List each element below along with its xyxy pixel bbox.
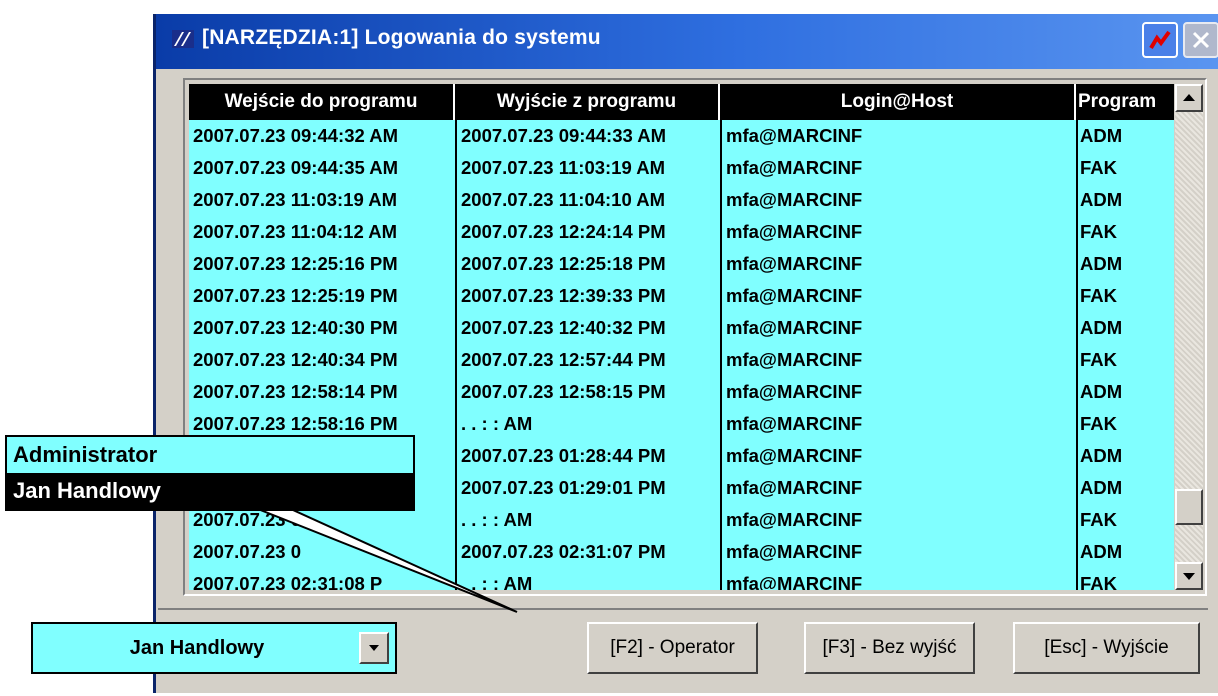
cell-login-host: mfa@MARCINF xyxy=(726,573,863,590)
logins-window: [NARZĘDZIA:1] Logowania do systemu Wejśc… xyxy=(153,14,1218,693)
chevron-down-icon[interactable] xyxy=(359,632,389,664)
cell-login-host: mfa@MARCINF xyxy=(726,317,863,338)
chart-icon[interactable] xyxy=(1142,22,1178,58)
cell-program: FAK xyxy=(1080,285,1117,306)
dropdown-option-jan-handlowy[interactable]: Jan Handlowy xyxy=(7,473,413,509)
cell-exit: . . : : AM xyxy=(461,509,533,530)
cell-login-host: mfa@MARCINF xyxy=(726,221,863,242)
wyjscie-button[interactable]: [Esc] - Wyjście xyxy=(1013,622,1200,674)
cell-entry: 2007.07.23 11:03:19 AM xyxy=(193,189,397,210)
table-row[interactable]: 2007.07.23 11:04:12 AM 2007.07.23 12:24:1… xyxy=(189,216,1174,248)
cell-login-host: mfa@MARCINF xyxy=(726,541,863,562)
table-row[interactable]: 2007.07.23 12:25:19 PM 2007.07.23 12:39:3… xyxy=(189,280,1174,312)
cell-program: ADM xyxy=(1080,541,1123,562)
cell-login-host: mfa@MARCINF xyxy=(726,349,863,370)
cell-login-host: mfa@MARCINF xyxy=(726,125,863,146)
cell-exit: 2007.07.23 11:04:10 AM xyxy=(461,189,665,210)
cell-login-host: mfa@MARCINF xyxy=(726,189,863,210)
cell-entry: 2007.07.23 0 xyxy=(193,541,302,562)
table-row[interactable]: 2007.07.23 09:44:32 AM 2007.07.23 09:44:3… xyxy=(189,120,1174,152)
cell-login-host: mfa@MARCINF xyxy=(726,381,863,402)
cell-exit: 2007.07.23 11:03:19 AM xyxy=(461,157,665,178)
bez-wyjsc-button[interactable]: [F3] - Bez wyjść xyxy=(804,622,975,674)
title-bar[interactable]: [NARZĘDZIA:1] Logowania do systemu xyxy=(156,14,1218,69)
dropdown-option-administrator[interactable]: Administrator xyxy=(7,437,413,473)
cell-program: ADM xyxy=(1080,253,1123,274)
cell-entry: 2007.07.23 12:25:19 PM xyxy=(193,285,398,306)
cell-login-host: mfa@MARCINF xyxy=(726,509,863,530)
cell-exit: 2007.07.23 01:28:44 PM xyxy=(461,445,666,466)
operator-dropdown-list[interactable]: Administrator Jan Handlowy xyxy=(5,435,415,511)
cell-login-host: mfa@MARCINF xyxy=(726,285,863,306)
cell-exit: 2007.07.23 12:25:18 PM xyxy=(461,253,666,274)
cell-program: ADM xyxy=(1080,125,1123,146)
arrow-up-icon[interactable] xyxy=(1175,84,1203,112)
table-row[interactable]: 2007.07.23 12:40:34 PM 2007.07.23 12:57:4… xyxy=(189,344,1174,376)
app-logo-icon xyxy=(172,30,194,48)
cell-program: ADM xyxy=(1080,381,1123,402)
cell-exit: 2007.07.23 12:40:32 PM xyxy=(461,317,666,338)
cell-entry: 2007.07.23 12:25:16 PM xyxy=(193,253,398,274)
scrollbar-thumb[interactable] xyxy=(1175,489,1203,525)
operator-select-value: Jan Handlowy xyxy=(129,637,265,659)
cell-entry: 2007.07.23 02:31:08 P xyxy=(193,573,383,590)
cell-login-host: mfa@MARCINF xyxy=(726,445,863,466)
table-row[interactable]: 2007.07.23 02:31:08 P . . : : AM mfa@MARCI… xyxy=(189,568,1174,590)
window-title: [NARZĘDZIA:1] Logowania do systemu xyxy=(202,26,601,49)
cell-exit: 2007.07.23 02:31:07 PM xyxy=(461,541,666,562)
cell-entry: 2007.07.23 09:44:35 AM xyxy=(193,157,399,178)
cell-login-host: mfa@MARCINF xyxy=(726,157,863,178)
cell-entry: 2007.07.23 09:44:32 AM xyxy=(193,125,399,146)
vertical-scrollbar[interactable] xyxy=(1175,84,1203,590)
cell-program: FAK xyxy=(1080,509,1117,530)
cell-program: ADM xyxy=(1080,189,1123,210)
cell-entry: 2007.07.23 11:04:12 AM xyxy=(193,221,397,242)
table-row[interactable]: 2007.07.23 12:40:30 PM 2007.07.23 12:40:3… xyxy=(189,312,1174,344)
table-row[interactable]: 2007.07.23 12:58:14 PM 2007.07.23 12:58:1… xyxy=(189,376,1174,408)
cell-program: FAK xyxy=(1080,573,1117,590)
table-row[interactable]: 2007.07.23 0 2007.07.23 02:31:07 PM mfa@MA… xyxy=(189,536,1174,568)
table-row[interactable]: 2007.07.23 11:03:19 AM 2007.07.23 11:04:1… xyxy=(189,184,1174,216)
cell-exit: . . : : AM xyxy=(461,573,533,590)
cell-exit: 2007.07.23 12:39:33 PM xyxy=(461,285,666,306)
cell-exit: 2007.07.23 12:58:15 PM xyxy=(461,381,666,402)
cell-program: FAK xyxy=(1080,157,1117,178)
close-icon[interactable] xyxy=(1183,22,1218,58)
table-row[interactable]: 2007.07.23 12:25:16 PM 2007.07.23 12:25:1… xyxy=(189,248,1174,280)
cell-program: ADM xyxy=(1080,477,1123,498)
cell-entry: 2007.07.23 12:58:14 PM xyxy=(193,381,398,402)
cell-program: FAK xyxy=(1080,221,1117,242)
cell-program: ADM xyxy=(1080,317,1123,338)
column-header-login-host[interactable]: Login@Host xyxy=(720,84,1076,120)
column-header-exit[interactable]: Wyjście z programu xyxy=(455,84,720,120)
table-row[interactable]: 2007.07.23 09:44:35 AM 2007.07.23 11:03:1… xyxy=(189,152,1174,184)
column-header-program[interactable]: Program xyxy=(1076,84,1174,120)
cell-entry: 2007.07.23 12:40:34 PM xyxy=(193,349,398,370)
cell-exit: 2007.07.23 01:29:01 PM xyxy=(461,477,666,498)
logins-table[interactable]: Wejście do programu Wyjście z programu L… xyxy=(189,84,1174,590)
cell-entry: 2007.07.23 12:40:30 PM xyxy=(193,317,398,338)
cell-login-host: mfa@MARCINF xyxy=(726,413,863,434)
cell-exit: 2007.07.23 12:24:14 PM xyxy=(461,221,666,242)
operator-button[interactable]: [F2] - Operator xyxy=(587,622,758,674)
cell-login-host: mfa@MARCINF xyxy=(726,253,863,274)
cell-program: FAK xyxy=(1080,413,1117,434)
cell-program: ADM xyxy=(1080,445,1123,466)
arrow-down-icon[interactable] xyxy=(1175,562,1203,590)
logins-grid-frame: Wejście do programu Wyjście z programu L… xyxy=(183,78,1207,596)
cell-exit: . . : : AM xyxy=(461,413,533,434)
cell-program: FAK xyxy=(1080,349,1117,370)
cell-exit: 2007.07.23 09:44:33 AM xyxy=(461,125,667,146)
cell-exit: 2007.07.23 12:57:44 PM xyxy=(461,349,666,370)
operator-select[interactable]: Jan Handlowy xyxy=(31,622,397,674)
column-header-entry[interactable]: Wejście do programu xyxy=(189,84,455,120)
cell-login-host: mfa@MARCINF xyxy=(726,477,863,498)
